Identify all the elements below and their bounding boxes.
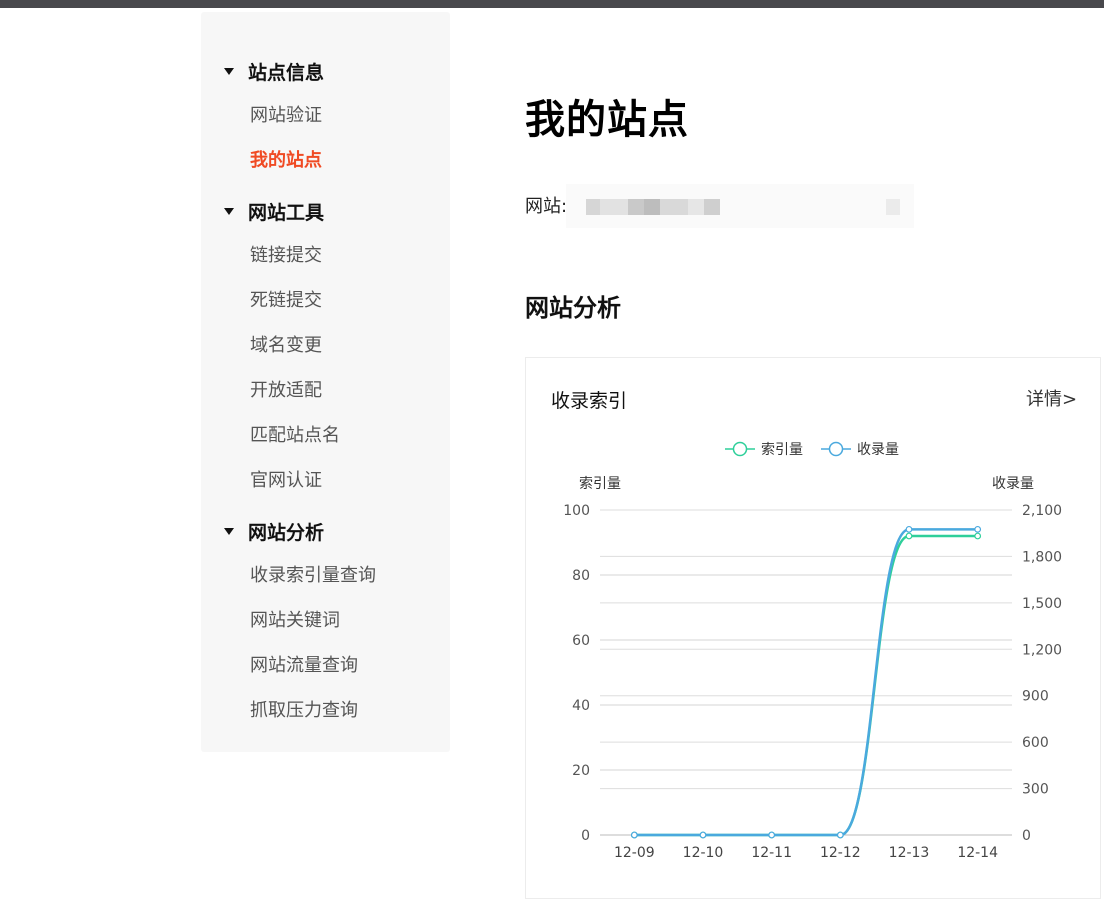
legend-label: 索引量 xyxy=(761,441,803,458)
top-bar xyxy=(0,0,1104,8)
sidebar-item-open-adapt[interactable]: 开放适配 xyxy=(250,377,322,405)
data-point xyxy=(768,831,776,839)
redaction-block xyxy=(600,199,628,215)
sidebar-item-match-site-name[interactable]: 匹配站点名 xyxy=(250,422,340,450)
page-title: 我的站点 xyxy=(525,97,689,143)
sidebar-item-site-verify[interactable]: 网站验证 xyxy=(250,102,322,130)
caret-down-icon xyxy=(224,67,234,75)
redaction-block xyxy=(644,199,660,215)
y-left-tick-label: 60 xyxy=(572,633,590,649)
details-link[interactable]: 详情> xyxy=(1026,387,1077,413)
sidebar-section-site-analysis[interactable]: 网站分析 xyxy=(201,516,324,546)
analysis-heading: 网站分析 xyxy=(525,294,621,322)
caret-down-icon xyxy=(224,207,234,215)
sidebar: 站点信息 网站验证 我的站点 网站工具 链接提交 死链提交 域名变更 开放适配 … xyxy=(201,12,450,752)
redaction-block xyxy=(886,199,900,215)
y-right-tick-label: 1,500 xyxy=(1022,596,1062,612)
sidebar-item-domain-change[interactable]: 域名变更 xyxy=(250,332,322,360)
sidebar-section-label: 站点信息 xyxy=(248,61,325,84)
y-left-tick-label: 40 xyxy=(572,698,590,714)
y-left-tick-label: 80 xyxy=(572,568,590,584)
sidebar-item-official-cert[interactable]: 官网认证 xyxy=(250,467,322,495)
x-tick-label: 12-10 xyxy=(683,845,724,861)
sidebar-item-link-submit[interactable]: 链接提交 xyxy=(250,242,322,270)
card-title: 收录索引 xyxy=(551,390,628,412)
redaction-block xyxy=(704,199,720,215)
redaction-block xyxy=(688,199,704,215)
x-tick-label: 12-13 xyxy=(889,845,930,861)
y-right-tick-label: 1,800 xyxy=(1022,549,1062,565)
y-right-axis-title: 收录量 xyxy=(992,476,1034,492)
sidebar-item-crawl-pressure[interactable]: 抓取压力查询 xyxy=(250,697,358,725)
sidebar-section-site-info[interactable]: 站点信息 xyxy=(201,56,324,86)
x-tick-label: 12-11 xyxy=(751,845,792,861)
y-right-tick-label: 600 xyxy=(1022,735,1049,751)
data-point xyxy=(974,532,982,540)
x-tick-label: 12-12 xyxy=(820,845,861,861)
redaction-block xyxy=(628,199,644,215)
index-chart: 0 20 40 60 80 100 0 300 600 900 1,200 1,500 1,800 2,1… xyxy=(563,441,1062,861)
y-left-tick-label: 100 xyxy=(563,503,590,519)
caret-down-icon xyxy=(224,527,234,535)
y-right-tick-label: 1,200 xyxy=(1022,642,1062,658)
data-point xyxy=(905,532,913,540)
sidebar-section-label: 网站分析 xyxy=(248,521,325,544)
y-left-tick-label: 0 xyxy=(581,828,590,844)
data-point xyxy=(699,831,707,839)
sidebar-item-traffic-query[interactable]: 网站流量查询 xyxy=(250,652,358,680)
series-line xyxy=(634,534,978,837)
x-tick-label: 12-14 xyxy=(957,845,998,861)
y-right-tick-label: 300 xyxy=(1022,782,1049,798)
y-right-tick-label: 900 xyxy=(1022,689,1049,705)
data-point xyxy=(836,831,844,839)
sidebar-section-label: 网站工具 xyxy=(248,201,325,224)
x-tick-label: 12-09 xyxy=(614,845,655,861)
legend-marker xyxy=(732,441,748,457)
data-point xyxy=(905,525,913,533)
y-right-tick-label: 2,100 xyxy=(1022,503,1062,519)
legend-marker xyxy=(828,441,844,457)
y-left-axis-title: 索引量 xyxy=(579,475,621,492)
sidebar-item-keywords[interactable]: 网站关键词 xyxy=(250,607,340,635)
sidebar-item-deadlink-submit[interactable]: 死链提交 xyxy=(250,287,322,315)
data-point xyxy=(630,831,638,839)
legend-label: 收录量 xyxy=(857,442,899,458)
y-right-tick-label: 0 xyxy=(1022,828,1031,844)
redaction-block xyxy=(660,199,688,215)
data-point xyxy=(974,525,982,533)
sidebar-item-my-sites[interactable]: 我的站点 xyxy=(250,147,322,175)
sidebar-item-index-query[interactable]: 收录索引量查询 xyxy=(250,562,376,590)
y-left-tick-label: 20 xyxy=(572,763,590,779)
sidebar-section-site-tools[interactable]: 网站工具 xyxy=(201,196,324,226)
site-label: 网站: xyxy=(525,196,568,217)
redaction-block xyxy=(586,199,600,215)
